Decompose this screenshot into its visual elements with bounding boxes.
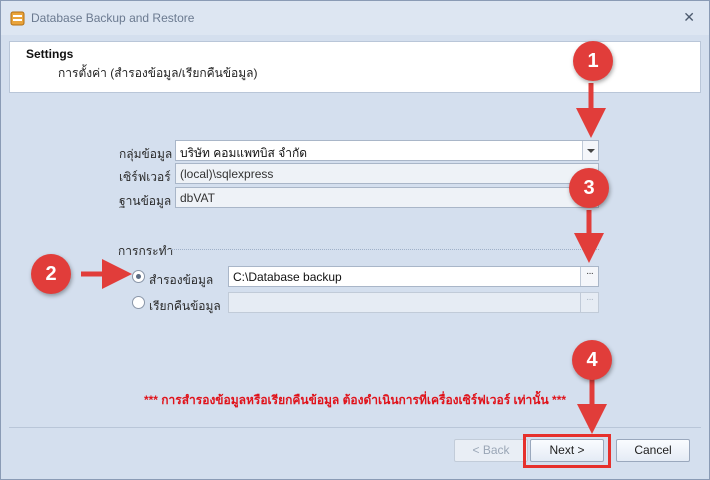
restore-radio-label[interactable]: เรียกคืนข้อมูล <box>149 297 221 316</box>
backup-path-value: C:\Database backup <box>233 270 342 284</box>
cancel-button[interactable]: Cancel <box>616 439 690 462</box>
restore-radio[interactable] <box>132 296 145 309</box>
backup-radio[interactable] <box>132 270 145 283</box>
header-subtitle: การตั้งค่า (สำรองข้อมูล/เรียกคืนข้อมูล) <box>58 66 258 80</box>
group-select-value: บริษัท คอมแพทบิส จำกัด <box>180 146 308 160</box>
close-icon[interactable]: ✕ <box>683 10 695 24</box>
backup-path-input[interactable]: C:\Database backup ··· <box>228 266 599 287</box>
group-label: กลุ่มข้อมูล <box>119 147 173 161</box>
next-button[interactable]: Next > <box>530 439 604 462</box>
action-group-divider <box>171 249 599 250</box>
group-select[interactable]: บริษัท คอมแพทบิส จำกัด <box>175 140 599 161</box>
header-title: Settings <box>26 47 74 61</box>
footer-divider <box>9 427 701 428</box>
restore-path-input[interactable]: ··· <box>228 292 599 313</box>
title-bar: Database Backup and Restore ✕ <box>1 1 709 35</box>
database-label: ฐานข้อมูล <box>119 194 172 208</box>
browse-restore-button[interactable]: ··· <box>580 293 598 312</box>
step-badge-2: 2 <box>31 254 71 294</box>
dialog-window: Database Backup and Restore ✕ Settings ก… <box>0 0 710 480</box>
chevron-down-icon[interactable] <box>582 141 598 160</box>
server-field[interactable]: (local)\sqlexpress <box>175 163 599 184</box>
step-badge-4: 4 <box>572 340 612 380</box>
database-icon <box>10 11 25 26</box>
database-field[interactable]: dbVAT <box>175 187 599 208</box>
step-badge-3: 3 <box>569 168 609 208</box>
server-value: (local)\sqlexpress <box>180 167 274 181</box>
server-only-warning: *** การสำรองข้อมูลหรือเรียกคืนข้อมูล ต้อ… <box>143 393 567 407</box>
action-group-label: การกระทำ <box>118 244 174 258</box>
back-button[interactable]: < Back <box>454 439 528 462</box>
browse-backup-button[interactable]: ··· <box>580 267 598 286</box>
window-title: Database Backup and Restore <box>31 11 195 25</box>
step-badge-1: 1 <box>573 41 613 81</box>
database-value: dbVAT <box>180 191 215 205</box>
server-label: เซิร์ฟเวอร์ <box>119 170 171 184</box>
backup-radio-label[interactable]: สำรองข้อมูล <box>149 271 213 290</box>
